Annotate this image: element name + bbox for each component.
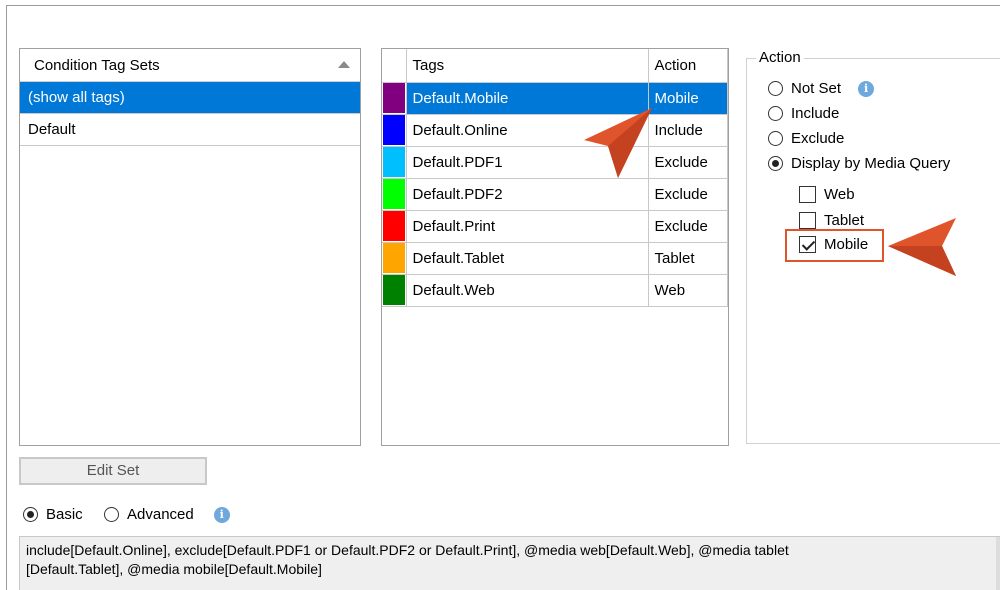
action-column-header[interactable]: Action xyxy=(647,49,728,83)
radio-circle xyxy=(768,156,783,171)
tags-column-label: Tags xyxy=(412,56,445,74)
tag-set-item-label: (show all tags) xyxy=(28,89,125,106)
exclude-radio[interactable]: Exclude xyxy=(768,130,844,147)
tags-table-header: Tags Action xyxy=(382,49,728,83)
color-swatch xyxy=(382,83,405,113)
annotation-arrow-icon xyxy=(584,108,652,178)
color-swatch xyxy=(382,179,405,209)
tag-action-cell[interactable]: Web xyxy=(647,273,728,307)
tag-action-cell[interactable]: Include xyxy=(647,113,728,147)
checkbox-box xyxy=(799,186,816,203)
tag-name-cell[interactable]: Default.PDF2 xyxy=(405,177,649,211)
tag-name-cell[interactable]: Default.Print xyxy=(405,209,649,243)
color-swatch xyxy=(382,211,405,241)
radio-circle xyxy=(768,106,783,121)
color-column-header xyxy=(382,49,407,83)
tag-action-cell[interactable]: Exclude xyxy=(647,145,728,179)
color-swatch xyxy=(382,275,405,305)
info-icon[interactable]: i xyxy=(858,80,875,97)
sort-up-icon xyxy=(338,61,350,68)
tag-set-item-default[interactable]: Default xyxy=(20,114,360,146)
web-checkbox[interactable]: Web xyxy=(799,186,855,203)
advanced-radio[interactable]: Advanced i xyxy=(104,506,230,523)
color-swatch xyxy=(382,115,405,145)
tag-row[interactable]: Default.Tablet Tablet xyxy=(382,241,728,275)
basic-radio[interactable]: Basic xyxy=(23,506,83,523)
tags-column-header[interactable]: Tags xyxy=(405,49,649,83)
radio-circle xyxy=(768,81,783,96)
tag-action-cell[interactable]: Exclude xyxy=(647,177,728,211)
not-set-radio[interactable]: Not Set i xyxy=(768,80,875,97)
tablet-checkbox[interactable]: Tablet xyxy=(799,212,864,229)
radio-label: Display by Media Query xyxy=(791,155,951,172)
tag-row[interactable]: Default.Print Exclude xyxy=(382,209,728,243)
color-swatch xyxy=(382,243,405,273)
tag-action-cell[interactable]: Exclude xyxy=(647,209,728,243)
tag-row[interactable]: Default.Mobile Mobile xyxy=(382,81,728,115)
radio-circle xyxy=(104,507,119,522)
tag-row[interactable]: Default.Web Web xyxy=(382,273,728,307)
expression-textbox[interactable]: include[Default.Online], exclude[Default… xyxy=(19,536,1000,590)
tag-action-cell[interactable]: Tablet xyxy=(647,241,728,275)
info-icon[interactable]: i xyxy=(213,506,230,523)
radio-label: Include xyxy=(791,105,840,122)
tag-color-swatch xyxy=(382,241,407,275)
expression-line: include[Default.Online], exclude[Default… xyxy=(26,542,789,558)
mobile-highlight-box xyxy=(785,229,884,262)
radio-label: Basic xyxy=(46,506,83,523)
tag-color-swatch xyxy=(382,145,407,179)
annotation-arrow-icon xyxy=(888,218,956,276)
tag-color-swatch xyxy=(382,113,407,147)
tag-set-item-show-all[interactable]: (show all tags) xyxy=(20,82,360,114)
include-radio[interactable]: Include xyxy=(768,105,839,122)
tag-sets-header-label: Condition Tag Sets xyxy=(34,56,160,74)
radio-label: Not Set xyxy=(791,80,842,97)
radio-label: Exclude xyxy=(791,130,845,147)
checkbox-label: Web xyxy=(824,186,855,203)
action-legend: Action xyxy=(756,49,804,66)
tag-set-item-label: Default xyxy=(28,121,76,138)
tag-row[interactable]: Default.PDF2 Exclude xyxy=(382,177,728,211)
radio-circle xyxy=(768,131,783,146)
tag-color-swatch xyxy=(382,209,407,243)
tag-color-swatch xyxy=(382,177,407,211)
radio-label: Advanced xyxy=(127,506,194,523)
expression-line: [Default.Tablet], @media mobile[Default.… xyxy=(26,561,322,577)
checkbox-box xyxy=(799,212,816,229)
tag-row[interactable]: Default.PDF1 Exclude xyxy=(382,145,728,179)
action-column-label: Action xyxy=(654,56,697,74)
tag-color-swatch xyxy=(382,81,407,115)
tags-table[interactable]: Tags Action Default.Mobile Mobile Default.… xyxy=(381,48,729,446)
color-swatch xyxy=(382,147,405,177)
tag-row[interactable]: Default.Online Include xyxy=(382,113,728,147)
radio-circle xyxy=(23,507,38,522)
tag-sets-header[interactable]: Condition Tag Sets xyxy=(20,49,360,82)
condition-tag-sets-list[interactable]: Condition Tag Sets (show all tags) Defau… xyxy=(19,48,361,446)
expression-scrollbar[interactable] xyxy=(996,537,1000,590)
tag-action-cell[interactable]: Mobile xyxy=(647,81,728,115)
tag-color-swatch xyxy=(382,273,407,307)
edit-set-button[interactable]: Edit Set xyxy=(19,457,207,485)
tag-name-cell[interactable]: Default.Web xyxy=(405,273,649,307)
display-by-media-query-radio[interactable]: Display by Media Query xyxy=(768,155,950,172)
checkbox-label: Tablet xyxy=(824,212,865,229)
tag-name-cell[interactable]: Default.Tablet xyxy=(405,241,649,275)
